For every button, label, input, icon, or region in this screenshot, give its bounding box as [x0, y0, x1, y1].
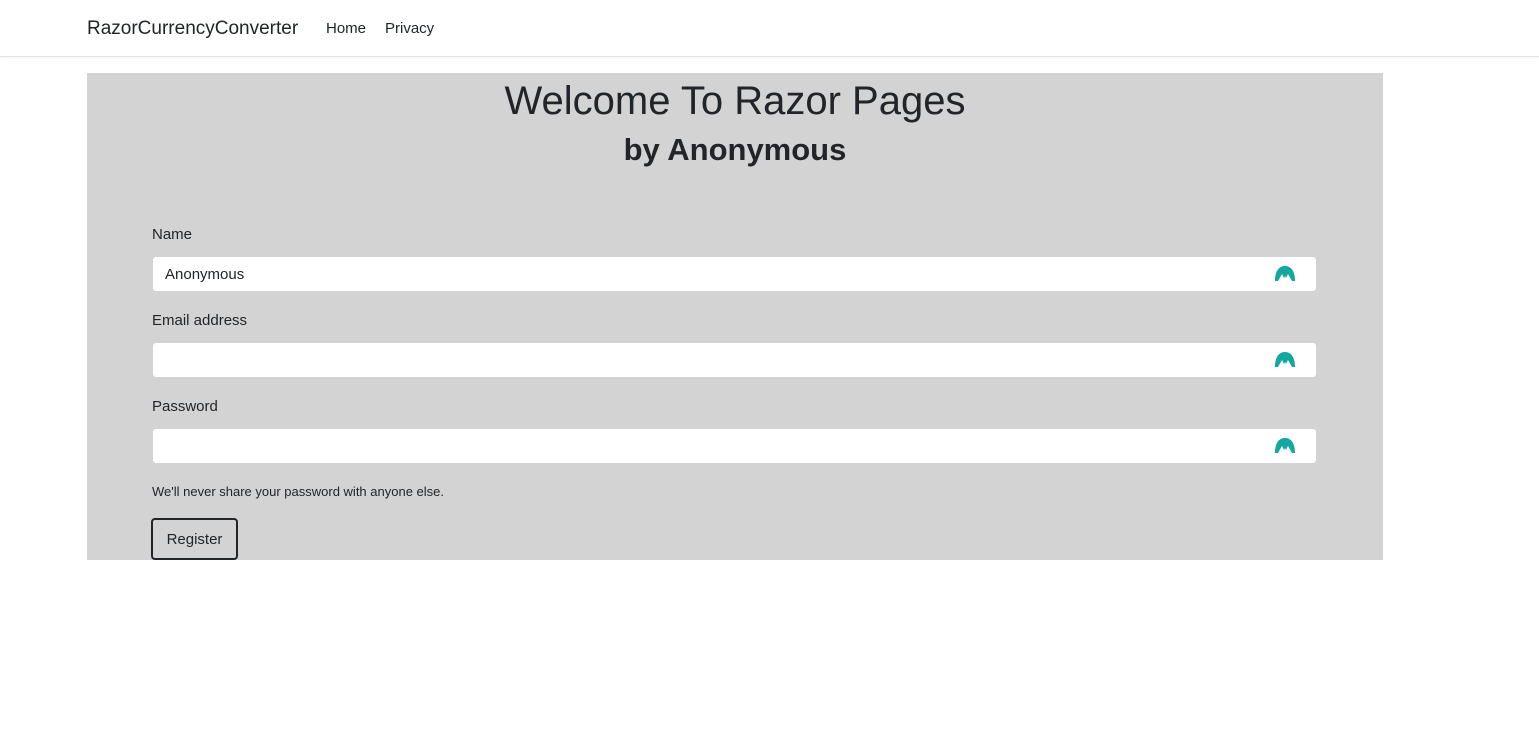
- page-title: Welcome To Razor Pages: [504, 79, 966, 123]
- password-manager-icon[interactable]: [1274, 265, 1296, 283]
- password-manager-icon[interactable]: [1274, 437, 1296, 455]
- navbar: RazorCurrencyConverter Home Privacy: [0, 0, 1539, 57]
- email-input[interactable]: [152, 342, 1317, 378]
- nav-link-home[interactable]: Home: [326, 19, 366, 39]
- password-label: Password: [152, 398, 218, 415]
- nav-link-privacy[interactable]: Privacy: [385, 19, 434, 39]
- password-help-text: We'll never share your password with any…: [152, 484, 444, 499]
- register-button[interactable]: Register: [151, 518, 238, 560]
- name-label: Name: [152, 226, 193, 243]
- password-input[interactable]: [152, 428, 1317, 464]
- password-manager-icon[interactable]: [1274, 351, 1296, 369]
- email-label: Email address: [152, 312, 248, 329]
- name-input[interactable]: [152, 256, 1317, 292]
- page-subtitle: by Anonymous: [623, 132, 847, 167]
- brand-link[interactable]: RazorCurrencyConverter: [87, 17, 298, 41]
- register-panel: Welcome To Razor Pages by Anonymous Name…: [87, 73, 1383, 560]
